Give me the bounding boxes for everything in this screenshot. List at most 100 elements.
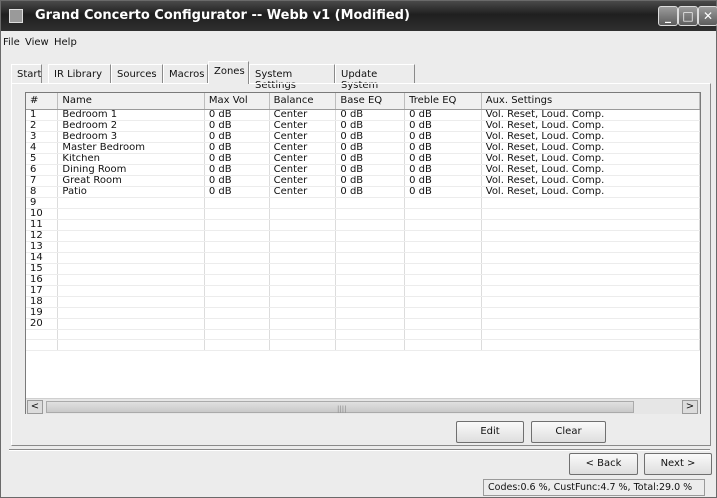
table-row[interactable]: 2 Bedroom 20 dB Center 0 dB 0 dB Vol. Reset, … [26,120,700,132]
column-header-base-eq[interactable]: Base EQ [335,93,406,110]
back-button[interactable]: < Back [569,453,638,475]
cell-base-eq: 0 dB [335,175,406,187]
cell-base-eq: 0 dB [335,153,406,165]
table-row[interactable]: 9 [26,197,700,209]
cell-max-vol [204,285,270,297]
cell-aux-settings [481,263,700,275]
close-icon[interactable]: ✕ [698,6,717,26]
cell-base-eq: 0 dB [335,109,406,121]
cell-treble-eq [404,339,482,351]
maximize-icon[interactable]: □ [678,6,698,26]
menu-file[interactable]: File [3,37,20,48]
tab-zones[interactable]: Zones [208,61,249,84]
table-row[interactable]: 4 Master Bedroom 0 dB Center 0 dB 0 dB Vol. Re… [26,142,700,154]
table-row[interactable]: 1 Bedroom 10 dB Center 0 dB 0 dB Vol. Reset, … [26,109,700,121]
tab-macros[interactable]: Macros [163,64,208,83]
tab-update-system[interactable]: Update System [335,64,415,91]
cell-name: Kitchen [57,153,205,165]
cell-name [57,197,205,209]
next-button[interactable]: Next > [644,453,712,475]
cell-base-eq: 0 dB [335,142,406,154]
horizontal-scrollbar[interactable]: < |||| > [26,398,700,414]
cell-aux-settings [481,230,700,242]
cell-number: 20 [26,318,59,330]
cell-name [57,219,205,231]
menu-view[interactable]: View [25,37,49,48]
table-row[interactable]: 19 [26,307,700,319]
table-row[interactable]: 20 [26,318,700,330]
table-row[interactable]: 5 Kitchen 0 dB Center 0 dB 0 dB Vol. Reset, Lo… [26,153,700,165]
minimize-icon[interactable]: _ [658,6,678,26]
table-row[interactable]: 11 [26,219,700,231]
cell-base-eq [335,274,406,286]
cell-treble-eq [404,318,482,330]
table-row[interactable]: 13 [26,241,700,253]
table-row[interactable] [26,329,700,341]
table-row[interactable]: 6 Dining Room 0 dB Center 0 dB 0 dB Vol. Reset… [26,164,700,176]
cell-name [57,263,205,275]
cell-treble-eq: 0 dB [404,164,482,176]
scroll-right-icon[interactable]: > [682,400,698,414]
table-row[interactable]: 10 [26,208,700,220]
cell-max-vol [204,339,270,351]
cell-balance: Center [269,109,337,121]
cell-balance [269,263,337,275]
column-header-max-vol[interactable]: Max Vol [204,93,270,110]
column-header-treble-eq[interactable]: Treble EQ [404,93,482,110]
cell-max-vol: 0 dB [204,120,270,132]
column-header-number[interactable]: # [26,93,59,110]
cell-max-vol [204,241,270,253]
cell-balance [269,252,337,264]
cell-name: Bedroom 3 [57,131,205,143]
table-row[interactable] [26,339,700,351]
table-row[interactable]: 12 [26,230,700,242]
tab-start[interactable]: Start [11,64,42,83]
table-row[interactable]: 15 [26,263,700,275]
cell-number: 5 [26,153,59,165]
cell-number [26,329,59,341]
table-row[interactable]: 17 [26,285,700,297]
scrollbar-thumb[interactable]: |||| [46,401,634,413]
scroll-left-icon[interactable]: < [27,400,43,414]
cell-aux-settings [481,296,700,308]
cell-balance: Center [269,186,337,198]
cell-name: Bedroom 2 [57,120,205,132]
edit-button[interactable]: Edit [456,421,524,443]
column-header-name[interactable]: Name [57,93,205,110]
table-row[interactable]: 3 Bedroom 30 dB Center 0 dB 0 dB Vol. Reset, … [26,131,700,143]
cell-name: Patio [57,186,205,198]
cell-balance [269,307,337,319]
cell-number: 16 [26,274,59,286]
divider [9,449,710,451]
clear-button[interactable]: Clear [531,421,606,443]
cell-treble-eq [404,263,482,275]
table-row[interactable]: 18 [26,296,700,308]
table-row[interactable]: 7 Great Room 0 dB Center 0 dB 0 dB Vol. Reset,… [26,175,700,187]
cell-number: 12 [26,230,59,242]
cell-max-vol [204,263,270,275]
cell-number: 17 [26,285,59,297]
cell-base-eq [335,263,406,275]
table-row[interactable]: 14 [26,252,700,264]
tab-ir-library[interactable]: IR Library [48,64,111,83]
table-row[interactable]: 16 [26,274,700,286]
cell-aux-settings: Vol. Reset, Loud. Comp. [481,175,700,187]
cell-max-vol [204,274,270,286]
cell-name [57,329,205,341]
tab-system-settings[interactable]: System Settings [249,64,335,91]
table-row[interactable]: 8 Patio 0 dB Center 0 dB 0 dB Vol. Reset, Loud… [26,186,700,198]
tab-sources[interactable]: Sources [111,64,163,83]
cell-name [57,307,205,319]
cell-balance: Center [269,142,337,154]
cell-treble-eq: 0 dB [404,131,482,143]
cell-number: 19 [26,307,59,319]
column-header-aux-settings[interactable]: Aux. Settings [481,93,700,110]
cell-max-vol [204,208,270,220]
menu-help[interactable]: Help [54,37,77,48]
column-header-balance[interactable]: Balance [269,93,337,110]
title-bar[interactable]: Grand Concerto Configurator -- Webb v1 (… [1,1,717,31]
cell-aux-settings [481,252,700,264]
cell-name [57,274,205,286]
cell-max-vol: 0 dB [204,131,270,143]
cell-aux-settings [481,307,700,319]
